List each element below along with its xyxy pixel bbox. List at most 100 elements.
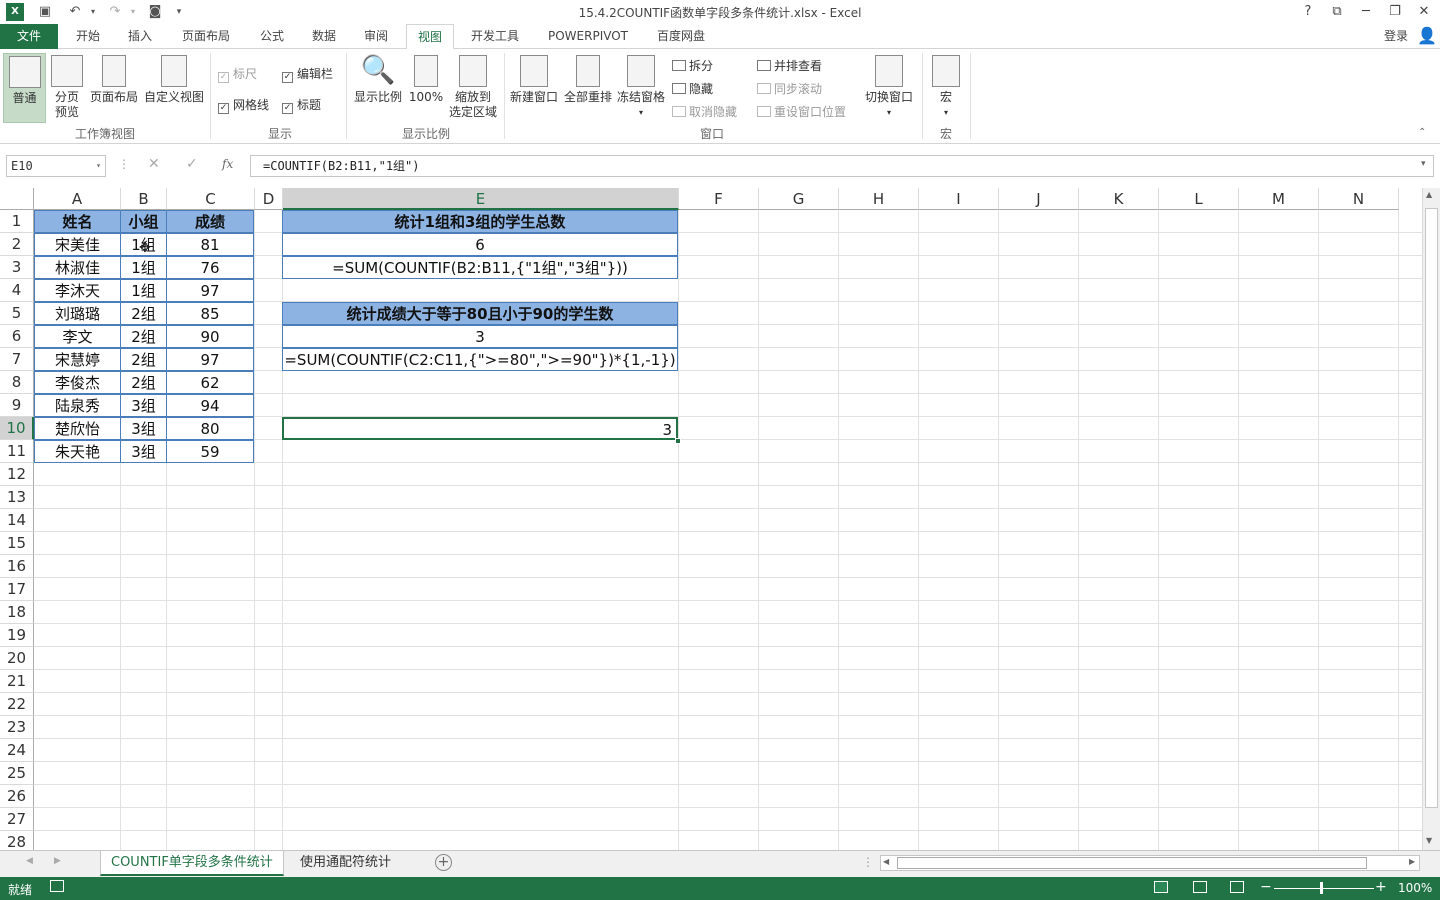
- tab-formulas[interactable]: 公式: [250, 24, 294, 49]
- row-header-23[interactable]: 23: [0, 716, 34, 739]
- next-sheet-icon[interactable]: ▶: [54, 856, 61, 866]
- cell-b8[interactable]: 2组: [120, 371, 167, 394]
- new-window-button[interactable]: 新建窗口: [508, 53, 560, 105]
- column-header-a[interactable]: A: [34, 188, 121, 210]
- row-header-12[interactable]: 12: [0, 463, 34, 486]
- cell-a11[interactable]: 朱天艳: [34, 440, 121, 463]
- row-header-26[interactable]: 26: [0, 785, 34, 808]
- vertical-scroll-thumb[interactable]: [1425, 208, 1438, 808]
- zoom-in-icon[interactable]: +: [1375, 879, 1387, 895]
- cell-c11[interactable]: 59: [166, 440, 254, 463]
- hide-button[interactable]: 隐藏: [672, 80, 713, 97]
- insert-function-icon[interactable]: fx: [222, 157, 233, 171]
- worksheet-grid[interactable]: ABCDEFGHIJKLMN 1 2 3 4 5 6 7 8 9 10 11 12 13 14 15 16 17…: [0, 188, 1422, 850]
- freeze-panes-button[interactable]: 冻结窗格 ▾: [615, 53, 667, 120]
- row-header-7[interactable]: 7: [0, 348, 34, 371]
- page-break-status-icon[interactable]: [1230, 881, 1244, 893]
- row-header-8[interactable]: 8: [0, 371, 34, 394]
- name-box-dropdown-icon[interactable]: ▾: [96, 156, 101, 176]
- cell-a6[interactable]: 李文: [34, 325, 121, 348]
- row-header-2[interactable]: 2: [0, 233, 34, 256]
- cell-b6[interactable]: 2组: [120, 325, 167, 348]
- column-header-l[interactable]: L: [1159, 188, 1239, 210]
- cell-b11[interactable]: 3组: [120, 440, 167, 463]
- cell-e7[interactable]: =SUM(COUNTIF(C2:C11,{">=80",">=90"})*{1,…: [282, 348, 678, 371]
- cell-a8[interactable]: 李俊杰: [34, 371, 121, 394]
- column-header-b[interactable]: B: [121, 188, 167, 210]
- prev-sheet-icon[interactable]: ◀: [26, 856, 33, 866]
- row-header-22[interactable]: 22: [0, 693, 34, 716]
- row-header-27[interactable]: 27: [0, 808, 34, 831]
- sync-scroll-button[interactable]: 同步滚动: [757, 80, 822, 97]
- column-header-m[interactable]: M: [1239, 188, 1319, 210]
- row-header-6[interactable]: 6: [0, 325, 34, 348]
- cell-e6[interactable]: 3: [282, 325, 678, 348]
- zoom-100-button[interactable]: 100%: [408, 53, 444, 105]
- ribbon-display-options-icon[interactable]: ⧉: [1324, 2, 1350, 22]
- row-header-25[interactable]: 25: [0, 762, 34, 785]
- user-avatar-icon[interactable]: 👤: [1416, 24, 1438, 49]
- row-header-16[interactable]: 16: [0, 555, 34, 578]
- row-header-28[interactable]: 28: [0, 831, 34, 850]
- unhide-button[interactable]: 取消隐藏: [672, 103, 737, 120]
- page-break-preview-button[interactable]: 分页 预览: [48, 53, 86, 120]
- cell-b3[interactable]: 1组: [120, 256, 167, 279]
- normal-view-button[interactable]: 普通: [3, 53, 46, 123]
- macro-record-icon[interactable]: [50, 880, 64, 892]
- cell-c5[interactable]: 85: [166, 302, 254, 325]
- scroll-right-icon[interactable]: ▶: [1409, 857, 1415, 866]
- column-header-j[interactable]: J: [999, 188, 1079, 210]
- cell-c10[interactable]: 80: [166, 417, 254, 440]
- zoom-button[interactable]: 🔍 显示比例: [352, 53, 404, 105]
- scroll-left-icon[interactable]: ◀: [883, 857, 889, 866]
- column-header-g[interactable]: G: [759, 188, 839, 210]
- macros-button[interactable]: 宏 ▾: [928, 53, 964, 120]
- cell-c8[interactable]: 62: [166, 371, 254, 394]
- login-link[interactable]: 登录: [1378, 24, 1414, 49]
- zoom-to-selection-button[interactable]: 缩放到 选定区域: [446, 53, 500, 120]
- row-header-5[interactable]: 5: [0, 302, 34, 325]
- cell-e2[interactable]: 6: [282, 233, 678, 256]
- cell-c1[interactable]: 成绩: [166, 210, 254, 233]
- arrange-all-button[interactable]: 全部重排: [562, 53, 614, 105]
- cell-c4[interactable]: 97: [166, 279, 254, 302]
- cell-c3[interactable]: 76: [166, 256, 254, 279]
- restore-icon[interactable]: ❐: [1382, 2, 1408, 22]
- cell-c2[interactable]: 81: [166, 233, 254, 256]
- tab-review[interactable]: 审阅: [354, 24, 398, 49]
- row-header-18[interactable]: 18: [0, 601, 34, 624]
- cell-c7[interactable]: 97: [166, 348, 254, 371]
- formula-input[interactable]: =COUNTIF(B2:B11,"1组"): [250, 155, 1434, 177]
- sheet-tab-countif[interactable]: COUNTIF单字段多条件统计: [100, 851, 284, 876]
- column-header-k[interactable]: K: [1079, 188, 1159, 210]
- normal-view-status-icon[interactable]: [1154, 881, 1168, 893]
- tab-baidu-netdisk[interactable]: 百度网盘: [648, 24, 714, 49]
- row-header-10[interactable]: 10: [0, 417, 34, 440]
- collapse-ribbon-icon[interactable]: ⌃: [1418, 127, 1426, 138]
- row-header-15[interactable]: 15: [0, 532, 34, 555]
- cell-e1[interactable]: 统计1组和3组的学生总数: [282, 210, 678, 233]
- column-header-d[interactable]: D: [255, 188, 283, 210]
- row-header-9[interactable]: 9: [0, 394, 34, 417]
- row-header-3[interactable]: 3: [0, 256, 34, 279]
- tab-developer[interactable]: 开发工具: [462, 24, 528, 49]
- row-header-13[interactable]: 13: [0, 486, 34, 509]
- horizontal-scrollbar[interactable]: ◀ ▶: [880, 855, 1420, 871]
- switch-windows-button[interactable]: 切换窗口 ▾: [862, 53, 916, 120]
- split-button[interactable]: 拆分: [672, 57, 713, 74]
- enter-icon[interactable]: ✓: [186, 156, 198, 172]
- row-header-19[interactable]: 19: [0, 624, 34, 647]
- column-header-i[interactable]: I: [919, 188, 999, 210]
- cell-a4[interactable]: 李沐天: [34, 279, 121, 302]
- row-header-24[interactable]: 24: [0, 739, 34, 762]
- vertical-scrollbar[interactable]: ▲ ▼: [1422, 188, 1440, 850]
- headings-checkbox[interactable]: ✓ 标题: [282, 96, 321, 114]
- zoom-level[interactable]: 100%: [1398, 881, 1432, 895]
- expand-formula-bar-icon[interactable]: ▾: [1421, 159, 1426, 169]
- horizontal-scroll-thumb[interactable]: [897, 857, 1367, 869]
- select-all-corner[interactable]: [0, 188, 34, 210]
- sheet-tab-wildcard[interactable]: 使用通配符统计: [290, 851, 401, 876]
- close-icon[interactable]: ✕: [1411, 2, 1437, 22]
- cell-b9[interactable]: 3组: [120, 394, 167, 417]
- name-box[interactable]: E10 ▾: [6, 155, 106, 177]
